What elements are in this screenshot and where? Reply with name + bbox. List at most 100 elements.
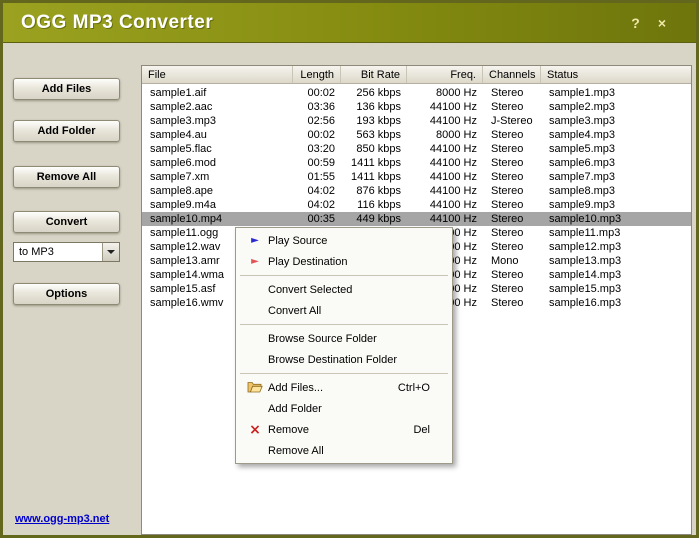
window-title: OGG MP3 Converter	[21, 11, 214, 33]
column-header-length[interactable]: Length	[293, 66, 341, 83]
table-row[interactable]: sample1.aif 00:02 256 kbps 8000 Hz Stereo sam…	[142, 86, 691, 100]
convert-format-select[interactable]: to MP3	[13, 242, 120, 262]
cell-freq: 44100 Hz	[429, 115, 477, 127]
menu-item-convert-selected[interactable]: Convert Selected	[236, 279, 452, 300]
cell-bit-rate: 850 kbps	[356, 143, 401, 155]
menu-item-add-files[interactable]: Add Files... Ctrl+O	[236, 377, 452, 398]
menu-item-remove[interactable]: × Remove Del	[236, 419, 452, 440]
menu-item-browse-source-folder[interactable]: Browse Source Folder	[236, 328, 452, 349]
cell-file: sample7.xm	[150, 171, 210, 183]
cell-status: sample7.mp3	[549, 171, 616, 183]
cell-status: sample11.mp3	[549, 227, 621, 239]
red-x-icon: ×	[249, 421, 261, 438]
website-link[interactable]: www.ogg-mp3.net	[15, 513, 109, 525]
menu-separator	[240, 275, 448, 276]
cell-length: 00:35	[307, 213, 335, 225]
chevron-down-icon	[107, 250, 115, 254]
help-button[interactable]: ?	[631, 16, 640, 30]
cell-length: 00:59	[307, 157, 335, 169]
cell-file: sample4.au	[150, 129, 207, 141]
cell-channels: Stereo	[491, 101, 524, 113]
table-row[interactable]: sample2.aac 03:36 136 kbps 44100 Hz Stereo sa…	[142, 100, 691, 114]
add-files-button[interactable]: Add Files	[13, 78, 120, 100]
cell-length: 04:02	[307, 185, 335, 197]
column-header-channels[interactable]: Channels	[483, 66, 541, 83]
cell-status: sample4.mp3	[549, 129, 616, 141]
menu-item-convert-all[interactable]: Convert All	[236, 300, 452, 321]
cell-freq: 44100 Hz	[429, 171, 477, 183]
close-button[interactable]: ×	[658, 16, 666, 30]
convert-button[interactable]: Convert	[13, 211, 120, 233]
cell-length: 03:20	[307, 143, 335, 155]
cell-file: sample5.flac	[150, 143, 212, 155]
cell-length: 04:02	[307, 199, 335, 211]
cell-status: sample8.mp3	[549, 185, 616, 197]
cell-freq: 44100 Hz	[429, 143, 477, 155]
table-row[interactable]: sample6.mod 00:59 1411 kbps 44100 Hz Stereo s…	[142, 156, 691, 170]
table-row[interactable]: sample4.au 00:02 563 kbps 8000 Hz Stereo samp…	[142, 128, 691, 142]
cell-file: sample2.aac	[150, 101, 213, 113]
play-red-icon: ►	[251, 255, 259, 267]
remove-all-button[interactable]: Remove All	[13, 166, 120, 188]
column-header-status[interactable]: Status	[541, 66, 691, 83]
menu-separator	[240, 373, 448, 374]
cell-channels: Stereo	[491, 269, 524, 281]
cell-status: sample15.mp3	[549, 283, 622, 295]
cell-channels: Stereo	[491, 199, 524, 211]
menu-item-label: Remove	[268, 423, 309, 436]
cell-freq: 8000 Hz	[436, 129, 477, 141]
cell-file: sample8.ape	[150, 185, 213, 197]
cell-channels: Stereo	[491, 171, 524, 183]
menu-item-label: Play Source	[268, 234, 328, 247]
cell-channels: Stereo	[491, 143, 524, 155]
cell-status: sample2.mp3	[549, 101, 616, 113]
column-header-file[interactable]: File	[142, 66, 293, 83]
cell-status: sample9.mp3	[549, 199, 616, 211]
add-folder-button[interactable]: Add Folder	[13, 120, 120, 142]
column-header-freq[interactable]: Freq.	[407, 66, 483, 83]
table-row[interactable]: sample5.flac 03:20 850 kbps 44100 Hz Stereo s…	[142, 142, 691, 156]
options-button[interactable]: Options	[13, 283, 120, 305]
cell-status: sample12.mp3	[549, 241, 622, 253]
table-row[interactable]: sample8.ape 04:02 876 kbps 44100 Hz Stereo sa…	[142, 184, 691, 198]
menu-item-shortcut: Del	[413, 423, 430, 436]
menu-item-play-source[interactable]: ► Play Source	[236, 230, 452, 251]
titlebar-buttons: ? ×	[631, 16, 666, 30]
cell-bit-rate: 256 kbps	[356, 87, 401, 99]
table-row[interactable]: sample7.xm 01:55 1411 kbps 44100 Hz Stereo sa…	[142, 170, 691, 184]
cell-channels: Stereo	[491, 129, 524, 141]
menu-item-browse-destination-folder[interactable]: Browse Destination Folder	[236, 349, 452, 370]
cell-channels: J-Stereo	[491, 115, 533, 127]
menu-item-label: Play Destination	[268, 255, 348, 268]
menu-item-play-destination[interactable]: ► Play Destination	[236, 251, 452, 272]
cell-status: sample3.mp3	[549, 115, 616, 127]
cell-channels: Stereo	[491, 213, 524, 225]
menu-item-label: Browse Source Folder	[268, 332, 377, 345]
cell-channels: Stereo	[491, 157, 524, 169]
cell-bit-rate: 1411 kbps	[351, 157, 401, 169]
cell-freq: 44100 Hz	[429, 157, 477, 169]
menu-item-label: Convert All	[268, 304, 322, 317]
menu-item-shortcut: Ctrl+O	[397, 381, 430, 394]
table-row[interactable]: sample9.m4a 04:02 116 kbps 44100 Hz Stereo sa…	[142, 198, 691, 212]
file-list-header: File Length Bit Rate Freq. Channels Stat…	[142, 66, 691, 84]
cell-channels: Stereo	[491, 297, 524, 309]
context-menu: ► Play Source ► Play Destination Convert…	[235, 227, 453, 464]
cell-length: 00:02	[307, 129, 335, 141]
cell-freq: 8000 Hz	[436, 87, 477, 99]
menu-separator	[240, 324, 448, 325]
cell-length: 01:55	[307, 171, 335, 183]
cell-bit-rate: 193 kbps	[356, 115, 401, 127]
menu-item-remove-all[interactable]: Remove All	[236, 440, 452, 461]
table-row[interactable]: sample3.mp3 02:56 193 kbps 44100 Hz J-Stereo…	[142, 114, 691, 128]
cell-status: sample16.mp3	[549, 297, 622, 309]
column-header-bitrate[interactable]: Bit Rate	[341, 66, 407, 83]
cell-bit-rate: 449 kbps	[356, 213, 401, 225]
table-row[interactable]: sample10.mp4 00:35 449 kbps 44100 Hz Stereo s…	[142, 212, 691, 226]
open-folder-icon	[244, 381, 266, 395]
combo-dropdown-button[interactable]	[102, 243, 119, 261]
cell-status: sample5.mp3	[549, 143, 616, 155]
menu-item-label: Convert Selected	[268, 283, 353, 296]
cell-freq: 44100 Hz	[429, 213, 477, 225]
menu-item-add-folder[interactable]: Add Folder	[236, 398, 452, 419]
